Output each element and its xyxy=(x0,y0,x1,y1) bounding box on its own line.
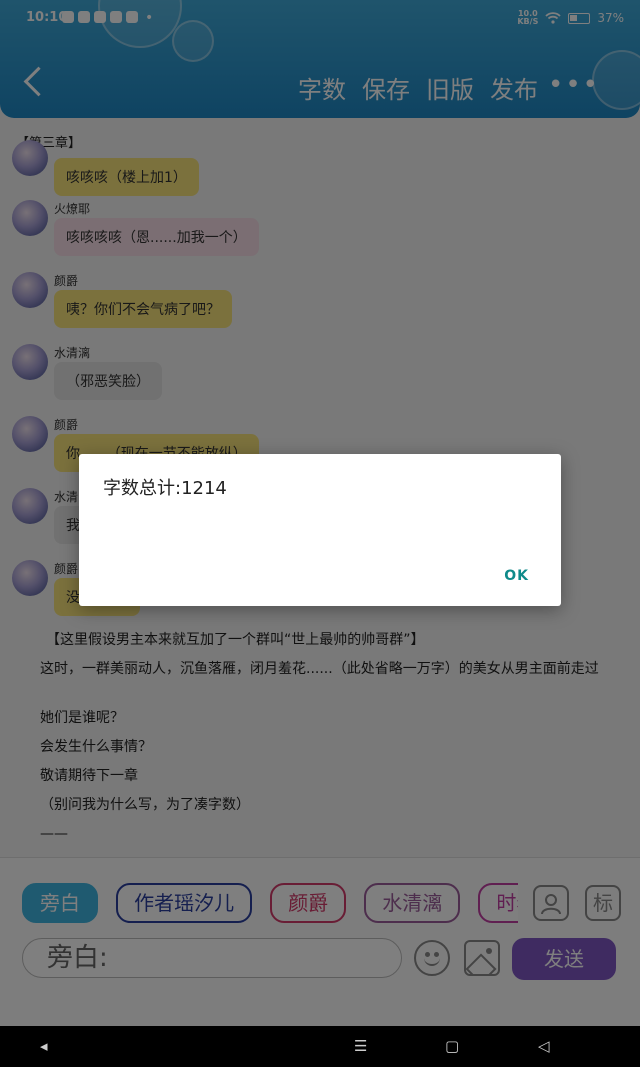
home-icon[interactable]: ▢ xyxy=(445,1037,459,1055)
system-nav-bar: ◂ ☰ ▢ ◁ xyxy=(0,1026,640,1067)
ok-button[interactable]: OK xyxy=(504,568,529,584)
word-count-dialog: 字数总计:1214 OK xyxy=(79,454,561,606)
menu-icon[interactable]: ☰ xyxy=(354,1037,367,1055)
nav-left-icon[interactable]: ◂ xyxy=(40,1037,48,1055)
dialog-title: 字数总计:1214 xyxy=(103,478,227,499)
back-icon[interactable]: ◁ xyxy=(538,1037,550,1055)
